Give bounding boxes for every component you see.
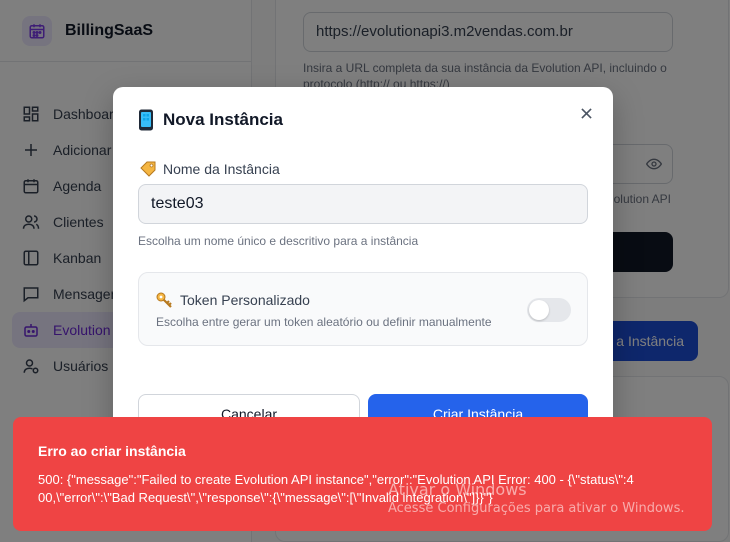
custom-token-description: Escolha entre gerar um token aleatório o… xyxy=(156,315,492,329)
modal-title: Nova Instância xyxy=(137,109,283,131)
custom-token-card: Token Personalizado Escolha entre gerar … xyxy=(138,272,588,346)
toast-title: Erro ao criar instância xyxy=(38,443,186,459)
instance-name-input[interactable] xyxy=(138,184,588,224)
instance-name-label-text: Nome da Instância xyxy=(163,161,280,177)
watermark-subtitle: Acesse Configurações para ativar o Windo… xyxy=(388,501,685,516)
key-icon xyxy=(156,292,174,308)
tag-icon xyxy=(139,161,157,177)
toggle-knob xyxy=(529,300,549,320)
mobile-phone-icon xyxy=(137,109,155,131)
watermark-title: Ativar o Windows xyxy=(388,480,527,499)
new-instance-modal: Nova Instância Nome da Instância Escolha… xyxy=(113,87,613,447)
modal-title-text: Nova Instância xyxy=(163,110,283,129)
windows-activation-watermark: Ativar o Windows Acesse Configurações pa… xyxy=(388,480,684,516)
custom-token-title: Token Personalizado xyxy=(156,292,310,308)
custom-token-title-text: Token Personalizado xyxy=(180,292,310,308)
custom-token-toggle[interactable] xyxy=(527,298,571,322)
close-button[interactable] xyxy=(577,104,595,122)
instance-name-label: Nome da Instância xyxy=(139,161,280,177)
instance-name-help: Escolha um nome único e descritivo para … xyxy=(138,234,419,248)
close-icon xyxy=(580,107,592,119)
